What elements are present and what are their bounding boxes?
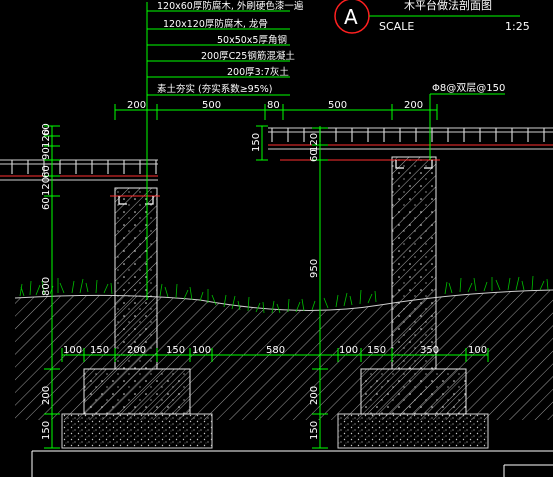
cad-drawing: A 木平台做法剖面图 SCALE 1:25 120x60厚防腐木, 外刷硬色漆一… bbox=[0, 0, 553, 477]
right-vdim-4: 950 bbox=[309, 259, 320, 278]
foot-dim-l5: 100 bbox=[192, 345, 211, 356]
right-vdim-3: 60 bbox=[309, 149, 320, 162]
layer-label-3: 50x50x5厚角钢 bbox=[217, 34, 287, 46]
foot-dim-l4: 150 bbox=[166, 345, 185, 356]
left-footing-gravel bbox=[61, 413, 213, 449]
left-vdim-3: 90 bbox=[41, 147, 52, 160]
leaders bbox=[146, 2, 505, 300]
foot-dim-r1: 100 bbox=[339, 345, 358, 356]
left-vdim-9: 150 bbox=[41, 421, 52, 440]
left-vdim-2: 60 bbox=[41, 123, 52, 136]
top-dim-1: 200 bbox=[127, 100, 146, 111]
right-vdim-1: 150 bbox=[251, 133, 262, 152]
foot-dim-r4: 100 bbox=[468, 345, 487, 356]
right-footing-gravel bbox=[337, 413, 489, 449]
scale-label: SCALE bbox=[379, 20, 414, 33]
top-dim-2: 500 bbox=[202, 100, 221, 111]
foot-dim-r3: 350 bbox=[420, 345, 439, 356]
left-vdim-8: 200 bbox=[41, 386, 52, 405]
foot-dim-l2: 150 bbox=[90, 345, 109, 356]
foot-dim-r2: 150 bbox=[367, 345, 386, 356]
left-vdim-5: 120 bbox=[41, 177, 52, 196]
right-vdim-6: 150 bbox=[309, 421, 320, 440]
top-dim-5: 200 bbox=[404, 100, 423, 111]
right-vdim-5: 200 bbox=[309, 386, 320, 405]
top-dim-3: 80 bbox=[267, 100, 280, 111]
rebar-note: Φ8@双层@150 bbox=[432, 82, 505, 94]
left-vdim-7: 800 bbox=[41, 277, 52, 296]
scale-value: 1:25 bbox=[505, 20, 530, 33]
title-symbol: A bbox=[344, 5, 358, 29]
sheet-border bbox=[31, 450, 553, 477]
layer-label-2: 120x120厚防腐木, 龙骨 bbox=[163, 18, 268, 30]
layer-label-1: 120x60厚防腐木, 外刷硬色漆一遍 bbox=[157, 0, 304, 12]
layer-label-5: 200厚3:7灰土 bbox=[227, 66, 289, 78]
layer-label-4: 200厚C25钢筋混凝土 bbox=[201, 50, 295, 62]
top-dim-4: 500 bbox=[328, 100, 347, 111]
foot-dim-between: 580 bbox=[266, 345, 285, 356]
title-text: 木平台做法剖面图 bbox=[404, 0, 492, 12]
left-vdim-6: 60 bbox=[41, 197, 52, 210]
left-vdim-4: 60 bbox=[41, 165, 52, 178]
foot-dim-l1: 100 bbox=[63, 345, 82, 356]
right-vdim-2: 120 bbox=[309, 133, 320, 152]
foot-dim-l3: 200 bbox=[127, 345, 146, 356]
left-vertical-labels: 120 60 90 60 120 60 800 200 150 bbox=[41, 123, 52, 440]
layer-label-6: 素土夯实 (夯实系数≥95%) bbox=[157, 83, 273, 95]
